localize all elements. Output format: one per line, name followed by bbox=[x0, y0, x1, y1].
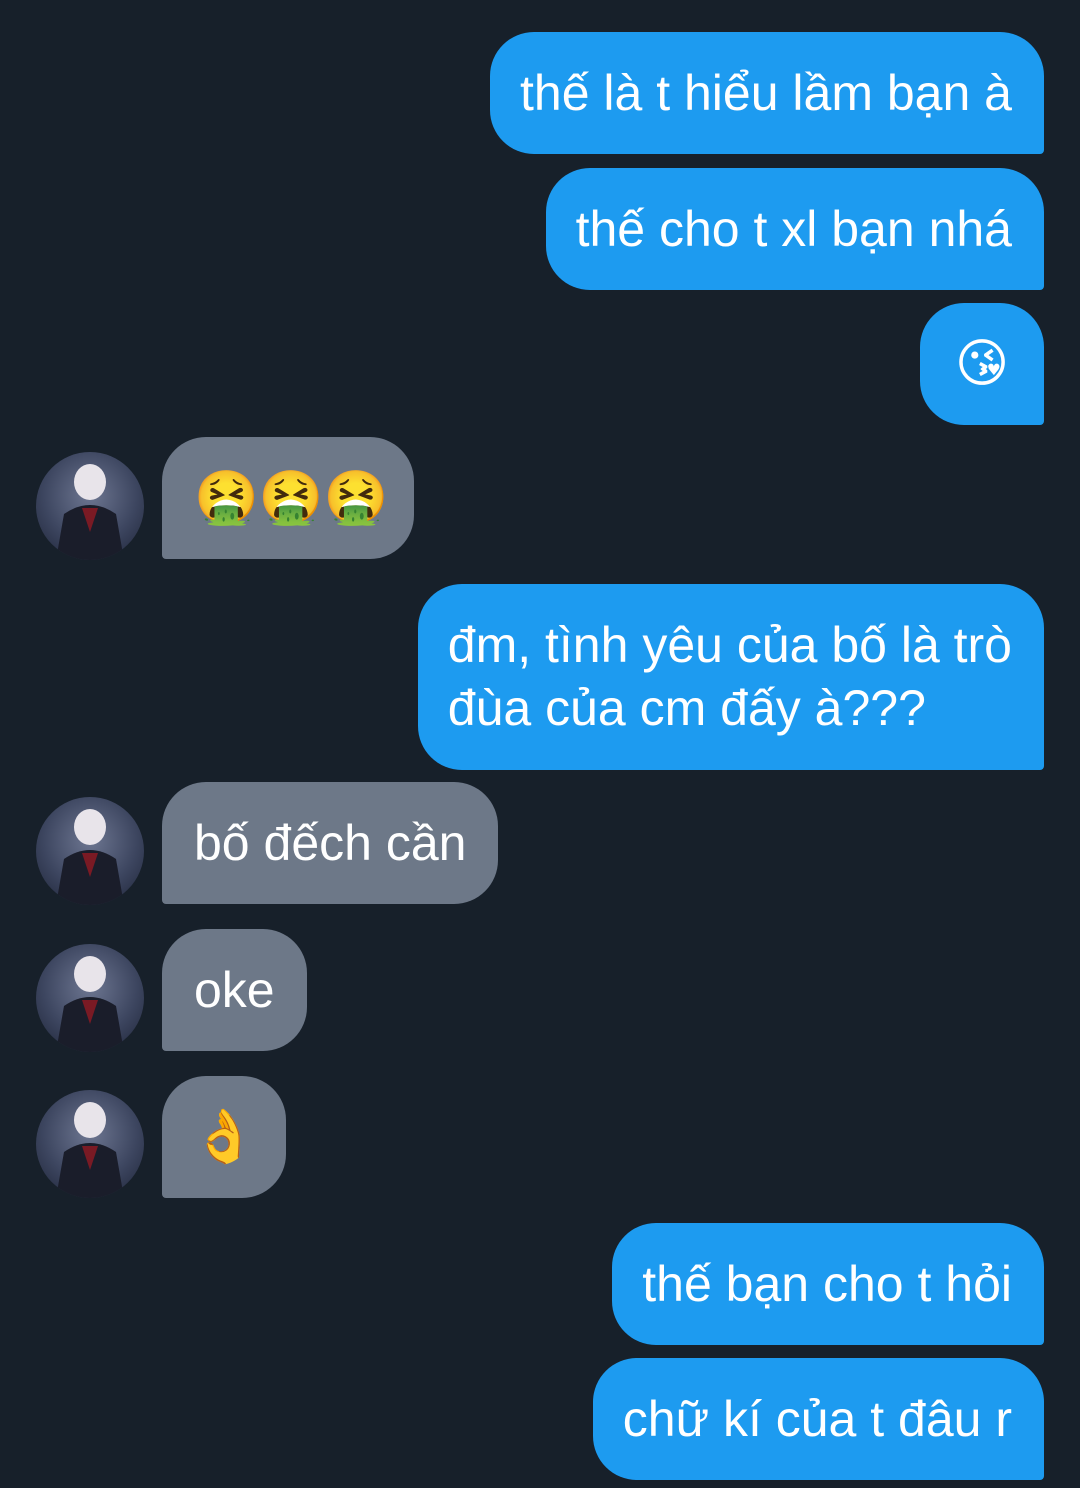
message-bubble-incoming[interactable]: 👌 bbox=[162, 1076, 286, 1198]
ok-hand-icon: 👌 bbox=[191, 1107, 257, 1167]
conversation-thread: thế là t hiểu lầm bạn à thế cho t xl bạn… bbox=[0, 0, 1080, 1488]
message-bubble-incoming[interactable]: oke bbox=[162, 929, 307, 1051]
contact-avatar-photo-icon bbox=[56, 809, 124, 905]
message-bubble-outgoing[interactable]: thế cho t xl bạn nhá bbox=[545, 168, 1044, 290]
contact-avatar-photo-icon bbox=[56, 956, 124, 1052]
message-bubble-outgoing[interactable]: 😘 bbox=[920, 303, 1044, 425]
contact-avatar-photo-icon bbox=[56, 464, 124, 560]
message-text: bố đếch cần bbox=[194, 815, 467, 871]
message-text: chữ kí của t đâu r bbox=[622, 1391, 1012, 1447]
contact-avatar-photo-icon bbox=[56, 1102, 124, 1198]
face-blowing-kiss-icon: 😘 bbox=[954, 334, 1010, 394]
message-bubble-outgoing[interactable]: đm, tình yêu của bố là trò đùa của cm đấ… bbox=[417, 584, 1044, 770]
message-bubble-outgoing[interactable]: thế là t hiểu lầm bạn à bbox=[490, 32, 1044, 154]
avatar[interactable] bbox=[36, 452, 144, 560]
message-text: đm, tình yêu của bố là trò đùa của cm đấ… bbox=[447, 617, 1012, 736]
vomiting-face-icon: 🤮🤮🤮 bbox=[194, 468, 389, 528]
avatar[interactable] bbox=[36, 1090, 144, 1198]
message-bubble-outgoing[interactable]: chữ kí của t đâu r bbox=[592, 1358, 1044, 1480]
message-bubble-incoming[interactable]: 🤮🤮🤮 bbox=[162, 437, 414, 559]
message-text: thế là t hiểu lầm bạn à bbox=[520, 65, 1012, 121]
message-bubble-incoming[interactable]: bố đếch cần bbox=[162, 782, 499, 904]
message-text: thế cho t xl bạn nhá bbox=[575, 201, 1012, 257]
message-text: thế bạn cho t hỏi bbox=[642, 1256, 1012, 1312]
avatar[interactable] bbox=[36, 944, 144, 1052]
message-text: oke bbox=[194, 962, 275, 1018]
message-bubble-outgoing[interactable]: thế bạn cho t hỏi bbox=[612, 1223, 1044, 1345]
avatar[interactable] bbox=[36, 797, 144, 905]
